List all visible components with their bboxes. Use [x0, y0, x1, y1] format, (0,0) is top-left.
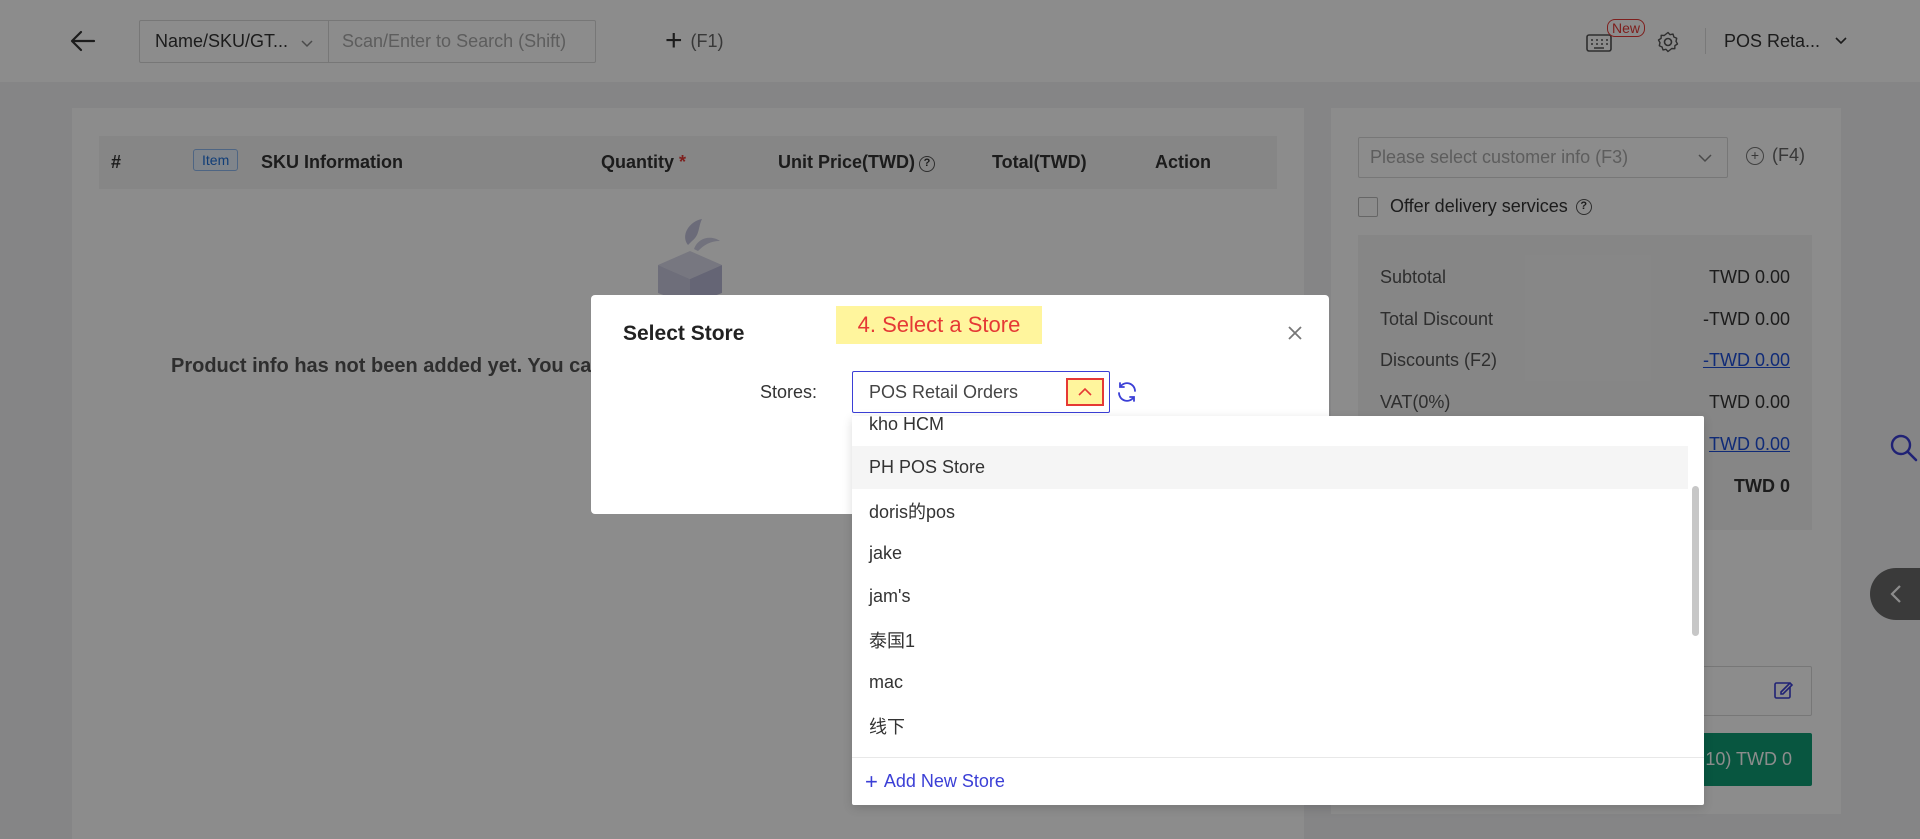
stores-label-text: Stores: [760, 382, 813, 402]
store-option[interactable]: jam's: [852, 575, 1688, 618]
add-new-store-button[interactable]: + Add New Store: [852, 757, 1704, 805]
store-option[interactable]: jake: [852, 532, 1688, 575]
refresh-icon[interactable]: [1115, 380, 1139, 404]
store-option[interactable]: mac: [852, 661, 1688, 704]
step-annotation: 4. Select a Store: [836, 306, 1042, 344]
modal-title: Select Store: [623, 322, 745, 345]
stores-label-colon: :: [812, 382, 818, 402]
dropdown-scrollbar[interactable]: [1692, 486, 1699, 636]
stores-field-label: Stores:: [760, 382, 817, 403]
store-option[interactable]: kho HCM: [852, 416, 1688, 446]
store-option-active[interactable]: PH POS Store: [852, 446, 1688, 489]
store-option[interactable]: 泰国1: [852, 618, 1688, 661]
store-option[interactable]: doris的pos: [852, 489, 1688, 532]
stores-dropdown: kho HCM PH POS Store doris的pos jake jam'…: [852, 416, 1704, 805]
stores-select-value: POS Retail Orders: [869, 381, 1019, 402]
add-new-store-label: Add New Store: [883, 771, 1005, 791]
close-icon[interactable]: [1284, 322, 1306, 344]
plus-icon: +: [865, 768, 878, 794]
store-option[interactable]: 线下: [852, 704, 1688, 747]
chevron-up-icon[interactable]: [1066, 378, 1104, 406]
